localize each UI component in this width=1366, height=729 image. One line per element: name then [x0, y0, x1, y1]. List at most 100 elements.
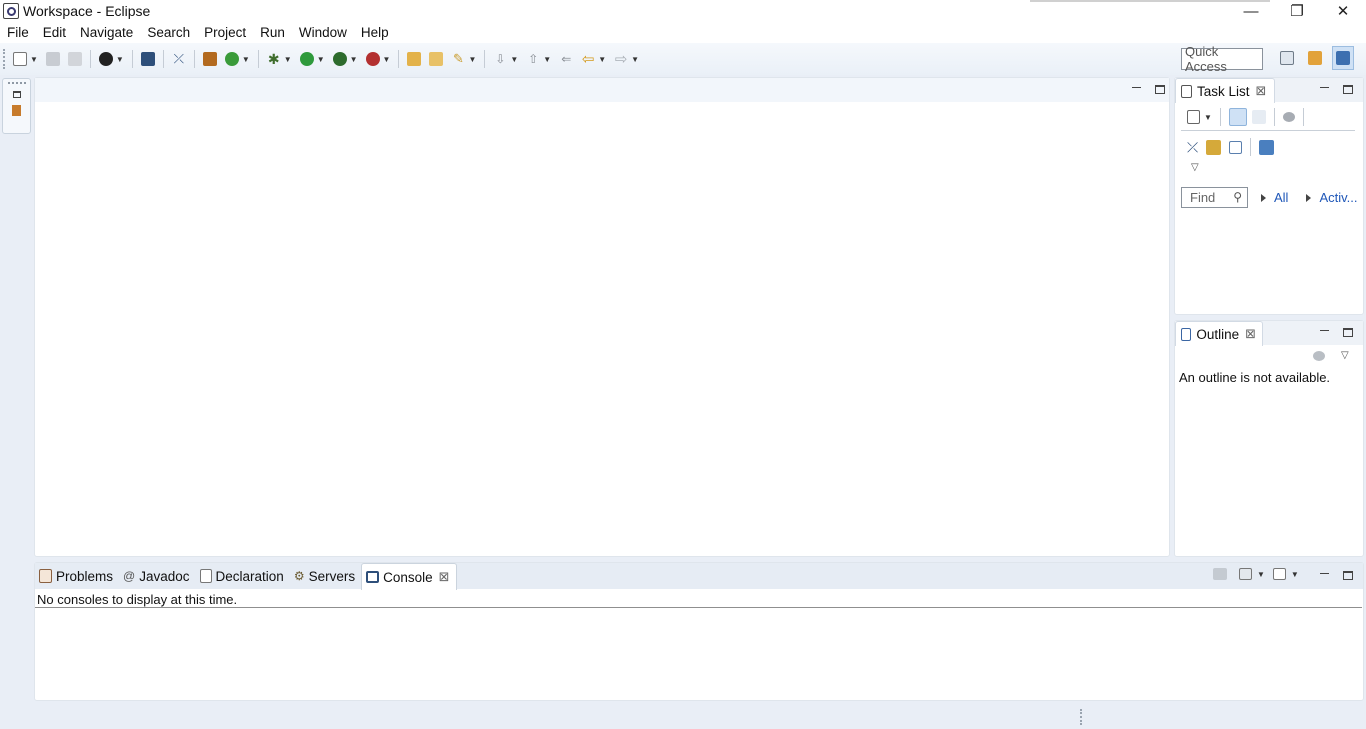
new-class-button[interactable] [223, 50, 241, 68]
maximize-icon [1343, 84, 1353, 94]
coverage-dropdown-icon[interactable]: ▼ [350, 55, 358, 64]
categorized-icon[interactable] [1228, 108, 1247, 126]
trim-grip[interactable] [7, 82, 26, 84]
tab-console[interactable]: Console ⊠ [361, 563, 457, 590]
hide-completed-icon[interactable]: ⤫ [1187, 139, 1198, 156]
open-console-dropdown-icon[interactable]: ▼ [1291, 570, 1299, 579]
pin-console-icon[interactable] [1213, 568, 1227, 580]
focus-on-workweek-icon[interactable] [1282, 112, 1295, 122]
terminal-button[interactable] [139, 50, 157, 68]
find-input[interactable]: Find ⚲ [1181, 187, 1248, 208]
open-resource-button[interactable] [427, 50, 445, 68]
save-all-button[interactable] [66, 50, 84, 68]
editor-maximize-button[interactable] [1153, 82, 1167, 96]
next-annotation-dropdown-icon[interactable]: ▼ [510, 55, 518, 64]
close-button[interactable]: ✕ [1320, 0, 1366, 22]
toolbar-separator [162, 50, 164, 68]
editor-area[interactable] [34, 77, 1170, 557]
external-tools-button[interactable] [364, 50, 382, 68]
view-menu-icon[interactable]: ▽ [1341, 350, 1349, 361]
menu-run[interactable]: Run [253, 22, 292, 43]
last-edit-button[interactable]: ⇐ [557, 50, 575, 68]
tab-task-list[interactable]: Task List ⊠ [1175, 78, 1275, 103]
display-console-dropdown-icon[interactable]: ▼ [1257, 570, 1265, 579]
minimize-button[interactable]: — [1228, 0, 1274, 22]
external-tools-dropdown-icon[interactable]: ▼ [383, 55, 391, 64]
console-minimize-button[interactable] [1317, 568, 1331, 582]
display-console-icon[interactable] [1239, 568, 1252, 580]
run-button[interactable] [298, 50, 316, 68]
close-icon[interactable]: ⊠ [439, 569, 450, 585]
run-dropdown-icon[interactable]: ▼ [317, 55, 325, 64]
forward-button[interactable]: ⇨ [612, 50, 630, 68]
quick-access-input[interactable]: Quick Access [1181, 44, 1263, 74]
coverage-button[interactable] [331, 50, 349, 68]
new-dropdown-icon[interactable]: ▼ [30, 55, 38, 64]
next-annotation-button[interactable]: ⇩ [491, 50, 509, 68]
view-menu-icon[interactable]: ▽ [1191, 162, 1199, 173]
java-ee-perspective-button[interactable] [1304, 46, 1326, 70]
console-icon [366, 571, 380, 583]
menu-file[interactable]: File [0, 22, 36, 43]
debug-dropdown-icon[interactable]: ▼ [284, 55, 292, 64]
restore-button[interactable]: ❐ [1274, 0, 1320, 22]
close-icon[interactable]: ⊠ [1256, 83, 1267, 99]
previous-annotation-button[interactable]: ⇧ [524, 50, 542, 68]
menu-window[interactable]: Window [292, 22, 354, 43]
search-button[interactable]: ✎ [449, 50, 467, 68]
editor-minimize-button[interactable] [1129, 82, 1143, 96]
console-toolbar: ▼ ▼ [1213, 568, 1303, 580]
outline-minimize-button[interactable] [1317, 325, 1331, 339]
tab-servers[interactable]: ⚙ Servers [290, 563, 361, 589]
status-grip[interactable] [1080, 709, 1082, 725]
package-explorer-icon[interactable] [12, 105, 21, 116]
forward-dropdown-icon[interactable]: ▼ [631, 55, 639, 64]
scheduled-icon[interactable] [1251, 110, 1266, 124]
synchronize-icon[interactable] [1206, 139, 1222, 155]
restore-view-icon[interactable] [12, 91, 21, 98]
toolbar-grip[interactable] [3, 49, 6, 69]
back-button[interactable]: ⇦ [579, 50, 597, 68]
debug-button[interactable]: ✱ [265, 50, 283, 68]
account-button[interactable] [97, 50, 115, 68]
tab-problems[interactable]: Problems [35, 563, 119, 589]
menu-project[interactable]: Project [197, 22, 253, 43]
tab-outline[interactable]: Outline ⊠ [1175, 321, 1263, 346]
filter-all-link[interactable]: All [1261, 190, 1288, 205]
menu-search[interactable]: Search [140, 22, 197, 43]
close-icon[interactable]: ⊠ [1245, 326, 1256, 342]
tab-declaration-label: Declaration [215, 568, 284, 584]
skip-breakpoints-button[interactable]: ⤫ [170, 50, 188, 68]
collapse-all-icon[interactable] [1229, 140, 1243, 154]
task-repositories-icon[interactable] [1259, 139, 1275, 155]
open-perspective-button[interactable] [1276, 46, 1298, 70]
java-perspective-button[interactable] [1332, 46, 1354, 70]
task-list-minimize-button[interactable] [1317, 82, 1331, 96]
tab-javadoc[interactable]: @ Javadoc [119, 563, 195, 589]
filter-active-label: Activ... [1319, 190, 1358, 205]
menu-edit[interactable]: Edit [36, 22, 73, 43]
toolbar-separator [257, 50, 259, 68]
account-dropdown-icon[interactable]: ▼ [116, 55, 124, 64]
previous-annotation-dropdown-icon[interactable]: ▼ [543, 55, 551, 64]
search-dropdown-icon[interactable]: ▼ [468, 55, 476, 64]
task-list-maximize-button[interactable] [1341, 82, 1355, 96]
account-icon [98, 52, 113, 66]
new-task-icon[interactable] [1187, 110, 1200, 124]
menu-help[interactable]: Help [354, 22, 396, 43]
focus-icon[interactable] [1313, 350, 1325, 361]
new-file-icon [13, 52, 27, 66]
new-task-dropdown-icon[interactable]: ▼ [1204, 113, 1212, 122]
new-package-button[interactable] [201, 50, 219, 68]
new-class-dropdown-icon[interactable]: ▼ [242, 55, 250, 64]
open-type-button[interactable] [405, 50, 423, 68]
back-dropdown-icon[interactable]: ▼ [598, 55, 606, 64]
save-button[interactable] [44, 50, 62, 68]
console-maximize-button[interactable] [1341, 568, 1355, 582]
tab-declaration[interactable]: Declaration [196, 563, 290, 589]
filter-active-link[interactable]: Activ... [1306, 190, 1358, 205]
open-console-icon[interactable] [1272, 568, 1286, 580]
menu-navigate[interactable]: Navigate [73, 22, 140, 43]
new-button[interactable] [11, 50, 29, 68]
outline-maximize-button[interactable] [1341, 325, 1355, 339]
